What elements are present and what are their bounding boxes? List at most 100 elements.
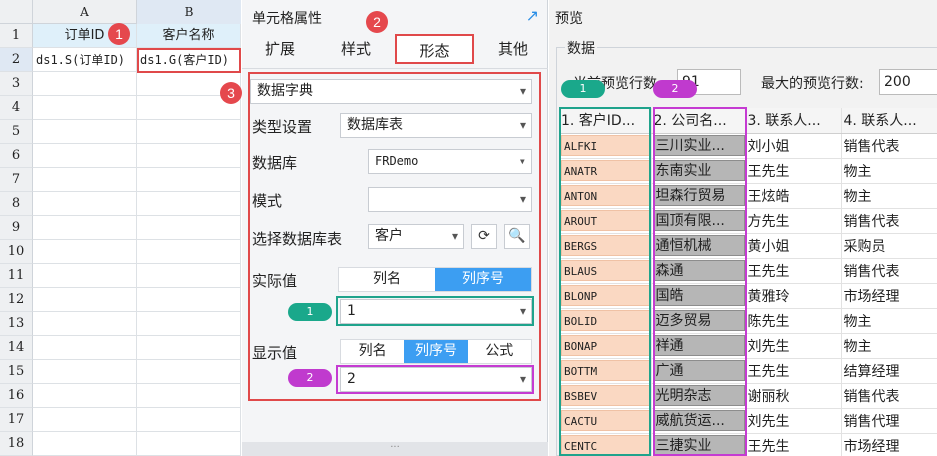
- empty-cell[interactable]: [137, 240, 241, 264]
- table-cell[interactable]: 销售代表: [841, 258, 937, 284]
- table-cell[interactable]: 刘小姐: [745, 133, 842, 159]
- row-number[interactable]: 3: [0, 72, 33, 96]
- empty-cell[interactable]: [33, 192, 137, 216]
- cell-text: 谢丽秋: [747, 388, 790, 405]
- max-rows-field[interactable]: 200: [879, 69, 937, 95]
- empty-cell[interactable]: [33, 264, 137, 288]
- table-cell[interactable]: 销售代表: [841, 383, 937, 409]
- row-number[interactable]: 12: [0, 288, 33, 312]
- table-cell[interactable]: 黄雅玲: [745, 283, 842, 309]
- table-cell[interactable]: 刘先生: [745, 333, 842, 359]
- row-number[interactable]: 1: [0, 24, 33, 48]
- column-header[interactable]: 3. 联系人...: [745, 108, 842, 134]
- row-number[interactable]: 9: [0, 216, 33, 240]
- row-number[interactable]: 17: [0, 408, 33, 432]
- table-cell[interactable]: 市场经理: [841, 433, 937, 456]
- empty-cell[interactable]: [33, 360, 137, 384]
- cell-text: 陈先生: [747, 313, 790, 330]
- column-header-a[interactable]: A: [33, 0, 137, 24]
- empty-cell[interactable]: [137, 168, 241, 192]
- table-cell[interactable]: 采购员: [841, 233, 937, 259]
- empty-cell[interactable]: [33, 240, 137, 264]
- row-number[interactable]: 15: [0, 360, 33, 384]
- tab-divider: [242, 68, 548, 69]
- table-cell[interactable]: 黄小姐: [745, 233, 842, 259]
- row-number[interactable]: 18: [0, 432, 33, 456]
- empty-cell[interactable]: [137, 360, 241, 384]
- row-number[interactable]: 6: [0, 144, 33, 168]
- badge-step-2: 2: [366, 11, 388, 33]
- table-cell[interactable]: 销售代表: [841, 208, 937, 234]
- empty-cell[interactable]: [137, 192, 241, 216]
- empty-cell[interactable]: [33, 168, 137, 192]
- table-cell[interactable]: 王先生: [745, 158, 842, 184]
- corner-cell[interactable]: [0, 0, 33, 24]
- empty-cell[interactable]: [33, 432, 137, 456]
- tab-other[interactable]: 其他: [478, 34, 548, 64]
- empty-cell[interactable]: [33, 384, 137, 408]
- table-cell[interactable]: 物主: [841, 333, 937, 359]
- table-cell[interactable]: 方先生: [745, 208, 842, 234]
- row-number[interactable]: 4: [0, 96, 33, 120]
- cell-b1[interactable]: 客户名称: [137, 24, 241, 48]
- row-number[interactable]: 5: [0, 120, 33, 144]
- table-cell[interactable]: 王先生: [745, 358, 842, 384]
- cell-text: 市场经理: [843, 288, 900, 305]
- table-cell[interactable]: 物主: [841, 158, 937, 184]
- table-cell[interactable]: 销售代表: [841, 133, 937, 159]
- cell-text: 采购员: [843, 238, 886, 255]
- row-number[interactable]: 11: [0, 264, 33, 288]
- table-cell[interactable]: 物主: [841, 308, 937, 334]
- property-tabs: 扩展 样式 形态 其他: [242, 34, 548, 64]
- column-header[interactable]: 4. 联系人...: [841, 108, 937, 134]
- empty-cell[interactable]: [137, 216, 241, 240]
- empty-cell[interactable]: [137, 432, 241, 456]
- empty-cell[interactable]: [33, 408, 137, 432]
- empty-cell[interactable]: [137, 144, 241, 168]
- row-number[interactable]: 8: [0, 192, 33, 216]
- empty-cell[interactable]: [33, 144, 137, 168]
- table-cell[interactable]: 陈先生: [745, 308, 842, 334]
- empty-cell[interactable]: [137, 336, 241, 360]
- table-cell[interactable]: 物主: [841, 183, 937, 209]
- row-number[interactable]: 7: [0, 168, 33, 192]
- tab-widget[interactable]: 形态: [395, 34, 474, 64]
- expand-arrow-icon[interactable]: ↗: [526, 6, 539, 25]
- tab-expand[interactable]: 扩展: [244, 34, 316, 64]
- empty-cell[interactable]: [137, 408, 241, 432]
- empty-cell[interactable]: [137, 384, 241, 408]
- tab-style[interactable]: 样式: [320, 34, 392, 64]
- cell-text: 销售代表: [843, 263, 900, 280]
- table-cell[interactable]: 谢丽秋: [745, 383, 842, 409]
- row-number[interactable]: 16: [0, 384, 33, 408]
- cell-a2[interactable]: ds1.S(订单ID): [33, 48, 137, 72]
- row-number[interactable]: 14: [0, 336, 33, 360]
- panel-resize-handle[interactable]: ···: [242, 442, 548, 456]
- empty-cell[interactable]: [33, 288, 137, 312]
- table-cell[interactable]: 市场经理: [841, 283, 937, 309]
- empty-cell[interactable]: [33, 96, 137, 120]
- empty-cell[interactable]: [33, 336, 137, 360]
- cell-text: 王先生: [747, 438, 790, 455]
- empty-cell[interactable]: [33, 72, 137, 96]
- empty-cell[interactable]: [33, 216, 137, 240]
- empty-cell[interactable]: [137, 264, 241, 288]
- table-cell[interactable]: 王先生: [745, 258, 842, 284]
- empty-cell[interactable]: [33, 312, 137, 336]
- row-number[interactable]: 10: [0, 240, 33, 264]
- empty-cell[interactable]: [137, 120, 241, 144]
- row-number[interactable]: 13: [0, 312, 33, 336]
- row-number[interactable]: 2: [0, 48, 33, 72]
- column-header-b[interactable]: B: [137, 0, 241, 24]
- table-cell[interactable]: 王先生: [745, 433, 842, 456]
- empty-cell[interactable]: [137, 288, 241, 312]
- table-cell[interactable]: 刘先生: [745, 408, 842, 434]
- table-cell[interactable]: 销售代理: [841, 408, 937, 434]
- cell-text: 刘小姐: [747, 138, 790, 155]
- table-cell[interactable]: 王炫皓: [745, 183, 842, 209]
- empty-cell[interactable]: [137, 312, 241, 336]
- empty-cell[interactable]: [33, 120, 137, 144]
- cell-text: 黄雅玲: [747, 288, 790, 305]
- table-cell[interactable]: 结算经理: [841, 358, 937, 384]
- data-group-label: 数据: [565, 38, 597, 58]
